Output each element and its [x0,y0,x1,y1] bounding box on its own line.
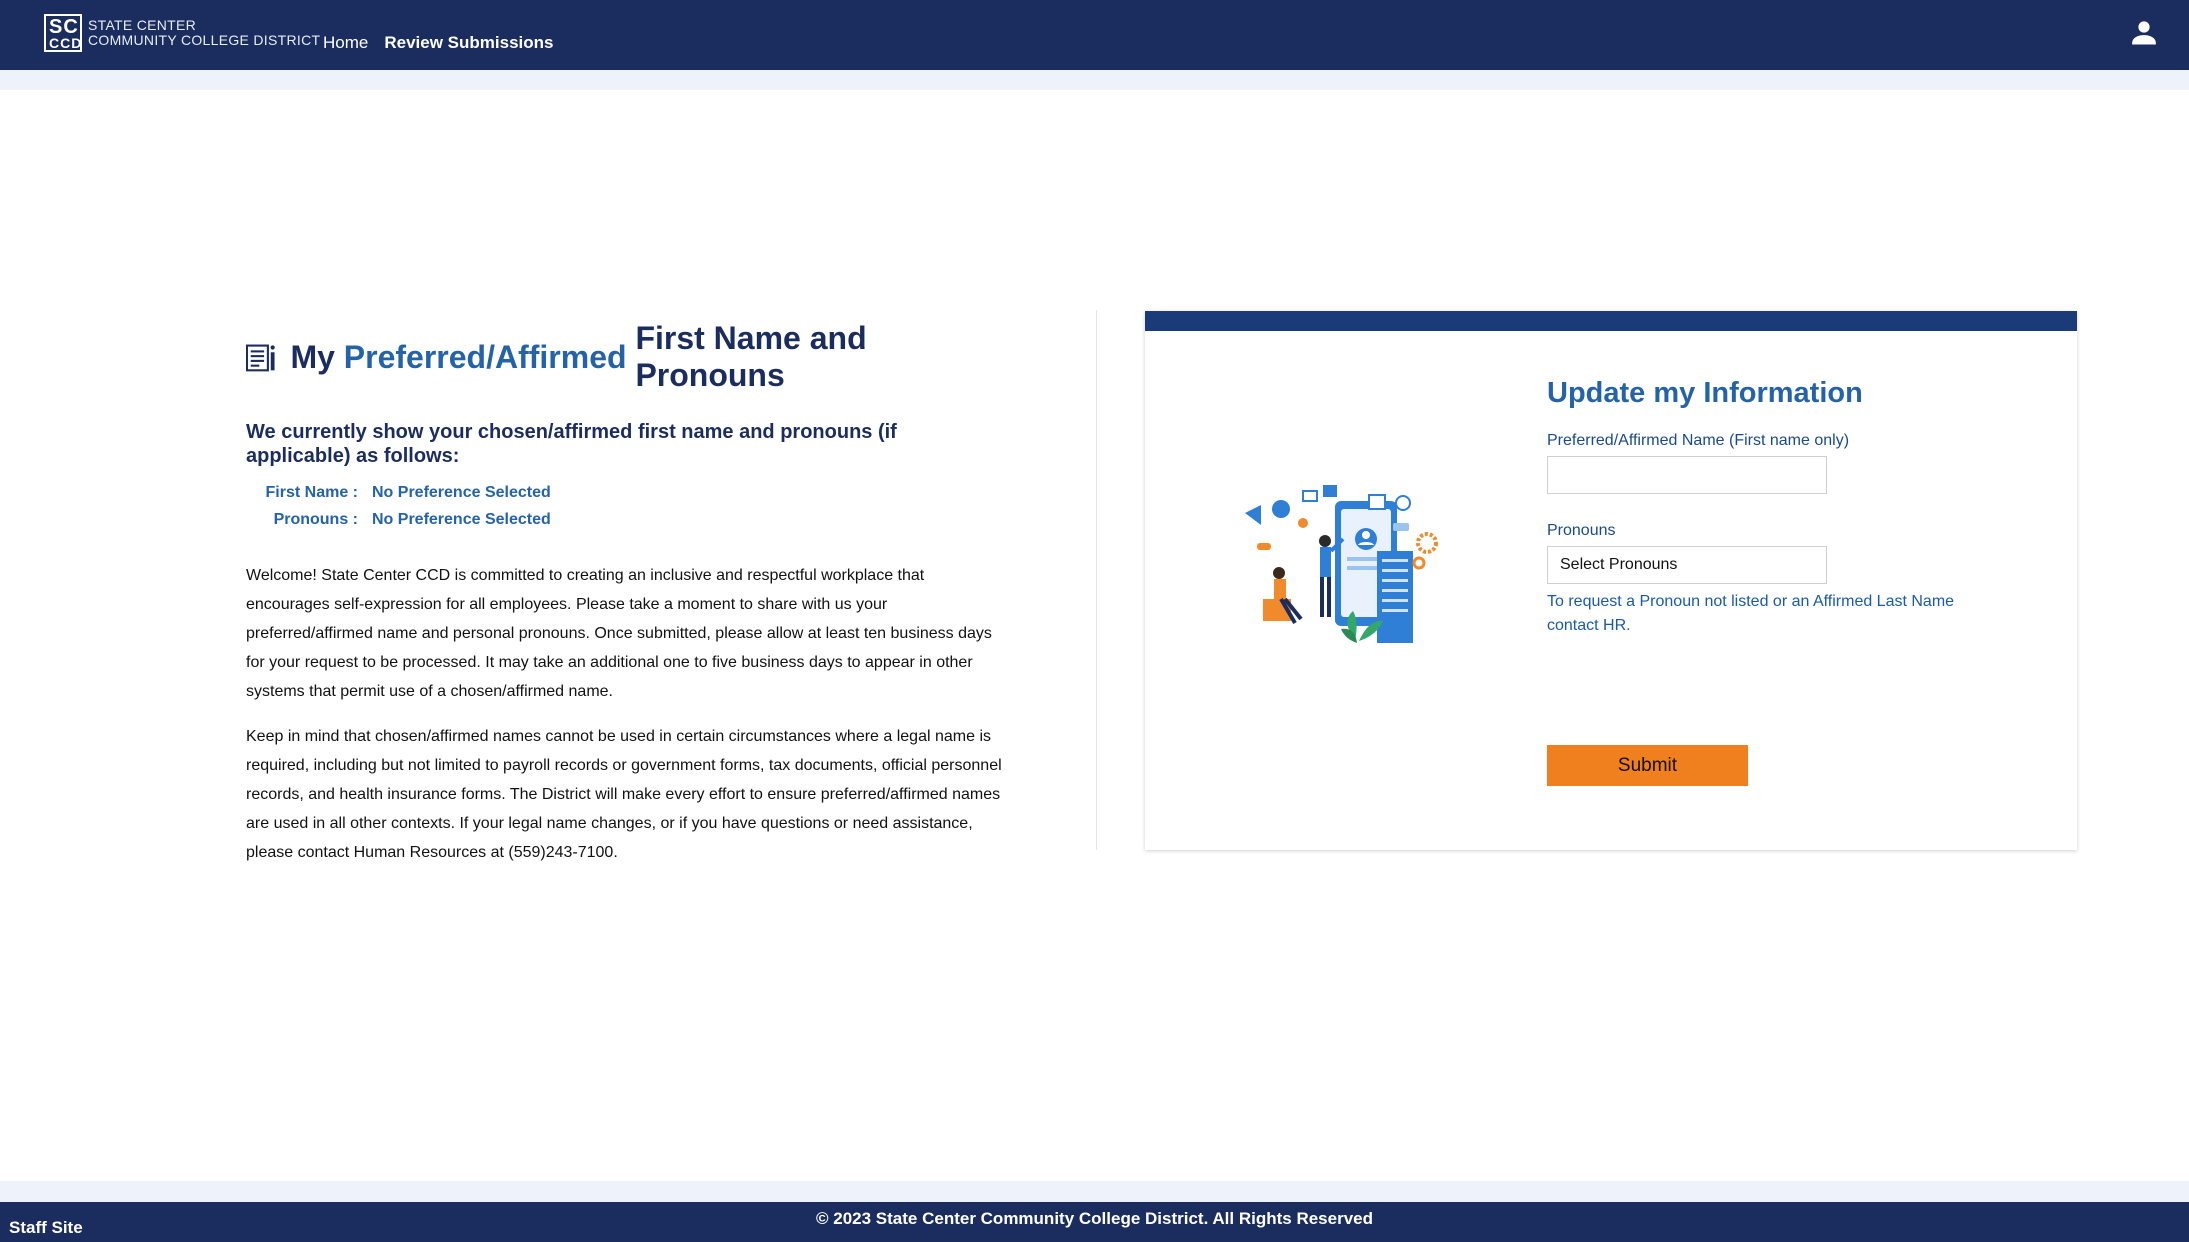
logo-mark: SC CCD [44,14,82,52]
district-logo[interactable]: SC CCD State Center Community College Di… [44,14,320,52]
page-title: My Preferred/Affirmed First Name and Pro… [246,320,1006,394]
footer: © 2023 State Center Community College Di… [0,1202,2189,1242]
main-nav: Home Review Submissions [323,33,553,53]
intro-section: My Preferred/Affirmed First Name and Pro… [246,320,1006,867]
logo-line-1: State Center [88,17,197,33]
preferred-name-input[interactable] [1547,456,1827,494]
logo-mark-top: SC [49,16,79,38]
person-icon[interactable] [2129,17,2159,47]
first-name-value: No Preference Selected [372,484,551,501]
pronouns-select[interactable]: Select Pronouns [1547,546,1827,584]
submit-button[interactable]: Submit [1547,745,1748,786]
title-prefix: My [290,338,335,375]
preferred-name-label: Preferred/Affirmed Name (First name only… [1547,432,1850,449]
logo-text: State Center Community College District [88,18,320,48]
update-form: Update my Information Preferred/Affirmed… [1547,377,2007,638]
first-name-label: First Name : [265,484,358,501]
first-name-row: First Name : No Preference Selected [246,484,1006,502]
staff-site-link[interactable]: Staff Site [9,1218,83,1238]
pronouns-row: Pronouns : No Preference Selected [246,511,1006,529]
current-info-heading: We currently show your chosen/affirmed f… [246,421,897,467]
form-spacer [1547,494,2007,522]
footer-subbar [0,1181,2189,1202]
pronouns-select-label: Pronouns [1547,522,1616,539]
welcome-paragraph: Welcome! State Center CCD is committed t… [246,567,992,700]
pronouns-label: Pronouns : [273,511,358,528]
header-subbar [0,70,2189,90]
pronouns-value: No Preference Selected [372,511,551,528]
title-suffix: First Name and Pronouns [635,320,867,393]
title-accent: Preferred/Affirmed [343,338,627,375]
update-info-card: Update my Information Preferred/Affirmed… [1145,311,2077,850]
help-line-2: contact HR. [1547,617,1631,634]
card-header-bar [1145,311,2077,331]
column-divider [1096,310,1097,850]
pronoun-help-text: To request a Pronoun not listed or an Af… [1547,590,2007,638]
document-info-icon [246,344,275,372]
logo-line-2: Community College District [88,32,321,48]
copyright-text: © 2023 State Center Community College Di… [816,1209,1373,1228]
logo-mark-bottom: CCD [49,35,83,51]
help-line-1: To request a Pronoun not listed or an Af… [1547,593,1955,610]
profile-update-illustration [1245,485,1438,643]
nav-home[interactable]: Home [323,33,368,53]
nav-review-submissions[interactable]: Review Submissions [384,33,553,53]
top-navbar: SC CCD State Center Community College Di… [0,0,2189,70]
legal-name-paragraph: Keep in mind that chosen/affirmed names … [246,728,1002,861]
form-heading: Update my Information [1547,377,1863,409]
